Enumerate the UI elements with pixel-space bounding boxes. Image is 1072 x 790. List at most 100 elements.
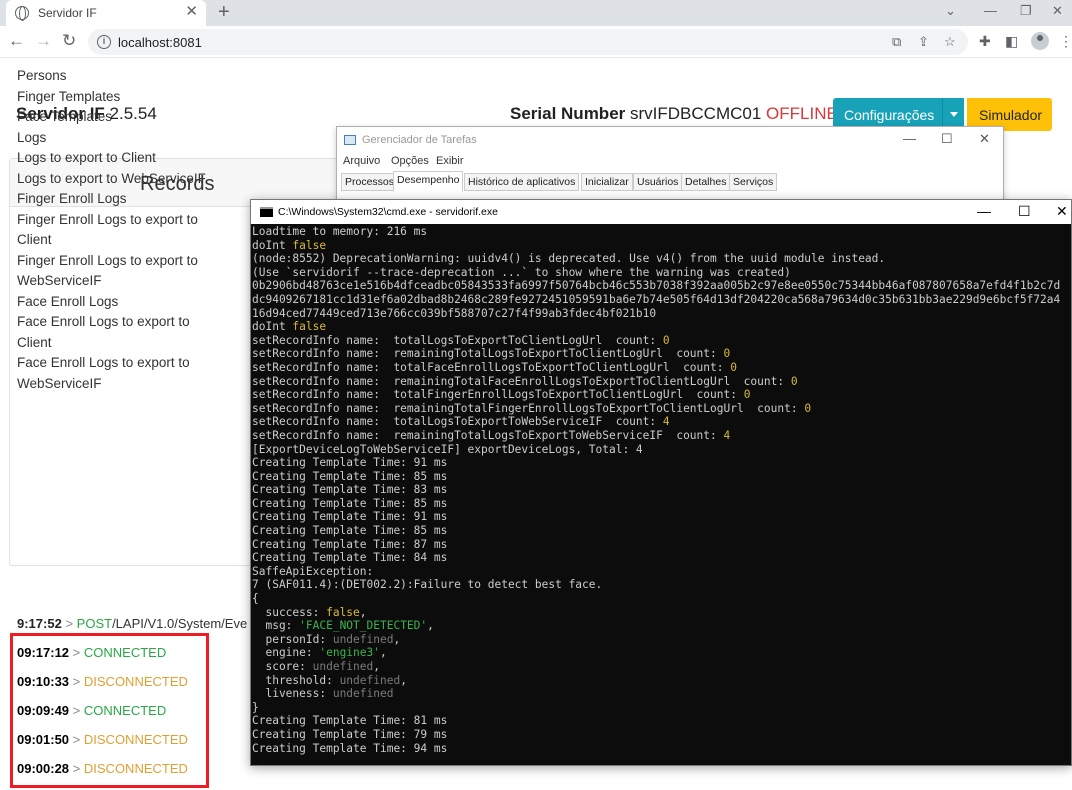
console-line: engine: 'engine3',	[252, 646, 387, 660]
event-time: 09:00:28	[17, 761, 70, 776]
event-time: 09:09:49	[17, 703, 70, 718]
event-status: DISCONNECTED	[83, 732, 188, 747]
console-line: setRecordInfo name: remainingTotalLogsTo…	[252, 347, 731, 361]
console-line: success: false,	[252, 605, 367, 619]
info-icon[interactable]: i	[97, 35, 111, 49]
restore-button[interactable]: ❐	[1020, 3, 1032, 19]
event-status: DISCONNECTED	[83, 674, 188, 689]
console-line: Creating Template Time: 91 ms	[252, 510, 448, 524]
record-link[interactable]: Finger Enroll Logs to export to	[17, 251, 217, 272]
console-line: doInt false	[252, 238, 327, 252]
record-link[interactable]: Face Enroll Logs to export to	[17, 312, 217, 333]
record-link[interactable]: WebServiceIF	[17, 271, 217, 292]
profile-avatar[interactable]	[1031, 32, 1049, 50]
console-line: Creating Template Time: 85 ms	[252, 524, 448, 538]
record-link[interactable]: Face Enroll Logs to export to	[17, 353, 217, 374]
record-link[interactable]: Finger Enroll Logs to export to	[17, 210, 217, 231]
console-line: dc9409267181cc1d31ef6a02dbad8b2468c289fe…	[252, 292, 1061, 306]
close-window-button[interactable]: ✕	[1056, 203, 1068, 220]
tab-detalhes[interactable]: Detalhes	[681, 173, 731, 191]
console-line: }	[252, 700, 259, 714]
log-path: /LAPI/V1.0/System/Eve	[112, 616, 248, 631]
url-text[interactable]: localhost:8081	[118, 35, 202, 50]
records-list: Persons Finger Templates Face Templates …	[17, 66, 217, 394]
forward-arrow-icon[interactable]: →	[35, 32, 52, 50]
log-method: POST	[76, 616, 113, 631]
console-line: liveness: undefined	[252, 687, 394, 701]
console-line: Creating Template Time: 79 ms	[252, 727, 448, 741]
chevron-down-icon[interactable]: ⌄	[945, 3, 956, 19]
record-link[interactable]: Persons	[17, 66, 217, 87]
task-manager-window: Gerenciador de Tarefas — ☐ ✕ Arquivo Opç…	[336, 126, 1004, 206]
tab-historico[interactable]: Histórico de aplicativos	[464, 173, 580, 191]
address-bar[interactable]: i localhost:8081 ⧉ ⇪ ☆	[88, 29, 968, 55]
console-line: setRecordInfo name: totalFaceEnrollLogsT…	[252, 360, 737, 374]
console-line: (node:8552) DeprecationWarning: uuidv4()…	[252, 252, 886, 266]
tab-inicializar[interactable]: Inicializar	[581, 173, 633, 191]
console-line: Creating Template Time: 84 ms	[252, 551, 448, 565]
record-link[interactable]: Face Templates	[17, 107, 217, 128]
record-link[interactable]: Logs	[17, 128, 217, 149]
console-line: setRecordInfo name: totalLogsToExportToC…	[252, 333, 670, 347]
console-line: 7 (SAF011.4):(DET002.2):Failure to detec…	[252, 578, 603, 592]
console-output[interactable]: Loadtime to memory: 216 ms doInt false (no…	[252, 225, 1070, 763]
share-icon[interactable]: ⇪	[918, 34, 929, 50]
minimize-button[interactable]: —	[984, 3, 997, 18]
record-link[interactable]: Finger Templates	[17, 87, 217, 108]
tab-processos[interactable]: Processos	[341, 173, 399, 191]
tab-usuarios[interactable]: Usuários	[633, 173, 683, 191]
bookmark-star-icon[interactable]: ☆	[944, 34, 956, 50]
console-line: setRecordInfo name: totalLogsToExportToW…	[252, 415, 670, 429]
connection-event: 09:09:49 > CONNECTED	[17, 703, 167, 718]
browser-navbar: ← → ↻ i localhost:8081 ⧉ ⇪ ☆ ✚ ◧ ⋮	[0, 26, 1072, 58]
cmd-icon	[260, 207, 273, 217]
config-button-label: Configurações	[844, 107, 935, 123]
event-status: DISCONNECTED	[83, 761, 188, 776]
translate-icon[interactable]: ⧉	[892, 34, 901, 50]
menu-opcoes[interactable]: Opções	[391, 155, 429, 167]
tab-desempenho[interactable]: Desempenho	[393, 171, 464, 192]
console-line: threshold: undefined,	[252, 673, 407, 687]
log-separator: >	[65, 616, 74, 631]
back-arrow-icon[interactable]: ←	[8, 32, 25, 50]
record-link[interactable]: Logs to export to Client	[17, 148, 217, 169]
cmd-titlebar[interactable]: C:\Windows\System32\cmd.exe - servidorif…	[251, 200, 1071, 224]
record-link[interactable]: Face Enroll Logs	[17, 292, 217, 313]
menu-arquivo[interactable]: Arquivo	[343, 155, 380, 167]
kebab-menu-icon[interactable]: ⋮	[1059, 33, 1072, 50]
record-link[interactable]: Finger Enroll Logs	[17, 189, 217, 210]
minimize-button[interactable]: —	[903, 131, 916, 146]
status-badge: OFFLINE	[766, 104, 838, 123]
task-manager-icon	[344, 135, 356, 145]
connection-event: 09:10:33 > DISCONNECTED	[17, 674, 188, 689]
console-line: Creating Template Time: 85 ms	[252, 496, 448, 510]
minimize-button[interactable]: —	[977, 203, 991, 219]
extensions-icon[interactable]: ✚	[979, 33, 991, 50]
task-manager-title: Gerenciador de Tarefas	[362, 134, 477, 146]
record-link[interactable]: Client	[17, 230, 217, 251]
menu-exibir[interactable]: Exibir	[436, 155, 464, 167]
browser-tab[interactable]: Servidor IF ✕	[6, 0, 206, 26]
post-log-line: 9:17:52 > POST/LAPI/V1.0/System/Eve	[17, 616, 247, 631]
connection-event: 09:00:28 > DISCONNECTED	[17, 761, 188, 776]
console-line: (Use `servidorif --trace-deprecation ...…	[252, 265, 791, 279]
browser-tabstrip: Servidor IF ✕ + ⌄ — ❐ ✕	[0, 0, 1072, 26]
close-window-button[interactable]: ✕	[979, 131, 990, 147]
tab-servicos[interactable]: Serviços	[729, 173, 778, 191]
record-link[interactable]: Logs to export to WebServiceIF	[17, 169, 217, 190]
close-tab-icon[interactable]: ✕	[185, 4, 198, 20]
maximize-button[interactable]: ☐	[1018, 203, 1031, 220]
close-window-button[interactable]: ✕	[1052, 3, 1063, 19]
console-line: msg: 'FACE_NOT_DETECTED',	[252, 619, 434, 633]
record-link[interactable]: WebServiceIF	[17, 374, 217, 395]
reload-icon[interactable]: ↻	[62, 32, 76, 50]
new-tab-button[interactable]: +	[218, 2, 230, 22]
console-line: {	[252, 592, 259, 606]
serial-label: Serial Number	[510, 104, 626, 123]
side-panel-icon[interactable]: ◧	[1005, 33, 1018, 50]
record-link[interactable]: Client	[17, 333, 217, 354]
console-line: SaffeApiException:	[252, 564, 374, 578]
console-line: 0b2906bd48763ce1e516b4dfceadbc05843533fa…	[252, 279, 1061, 293]
console-line: Creating Template Time: 81 ms	[252, 714, 448, 728]
maximize-button[interactable]: ☐	[941, 131, 953, 147]
